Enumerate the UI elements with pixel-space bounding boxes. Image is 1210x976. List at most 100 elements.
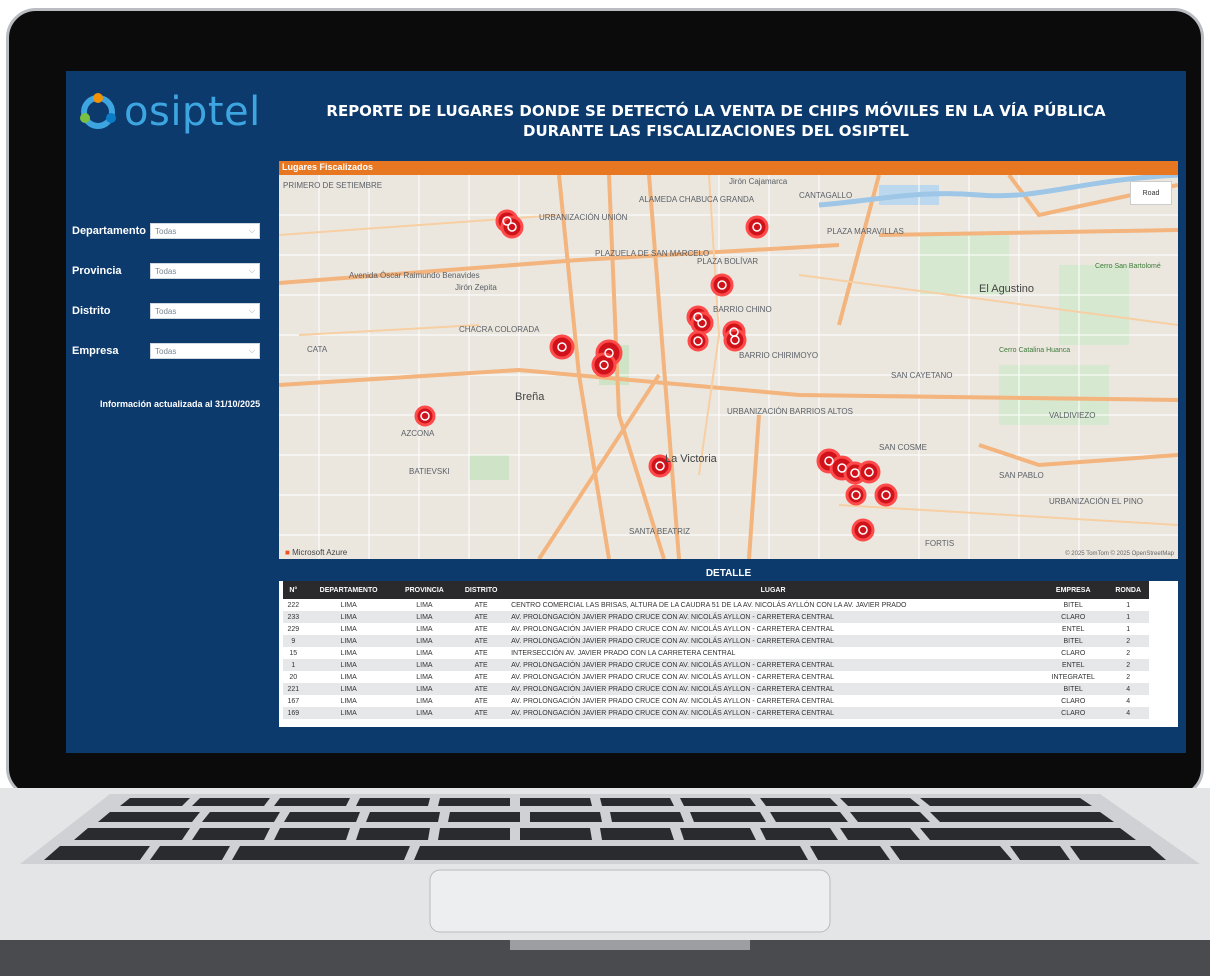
table-cell: ATE (455, 707, 508, 719)
table-row[interactable]: 222 LIMA LIMA ATE CENTRO COMERCIAL LAS BRISA… (283, 599, 1149, 611)
table-cell: AV. PROLONGACIÓN JAVIER PRADO CRUCE CON … (511, 625, 835, 633)
table-cell: LIMA (303, 659, 394, 671)
table-row[interactable]: 20 LIMA LIMA ATE AV. PROLONGACIÓN JAVIER PRA… (283, 671, 1149, 683)
chevron-down-icon: ⌵ (248, 226, 255, 235)
map-label: ALAMEDA CHABUCA GRANDA (639, 195, 755, 204)
dashboard-screen: osiptel REPORTE DE LUGARES DONDE SE DETE… (66, 71, 1186, 753)
table-row[interactable]: 229 LIMA LIMA ATE AV. PROLONGACIÓN JAVIER PR… (283, 623, 1149, 635)
table-cell: 222 (287, 601, 300, 609)
table-cell: CLARO (1039, 707, 1108, 719)
table-cell: 1 (283, 659, 304, 671)
table-cell: 1 (1107, 611, 1149, 623)
map-label: Jirón Zepita (455, 283, 497, 292)
table-cell: 221 (283, 683, 304, 695)
map-provider-logo: ■ Microsoft Azure (285, 548, 348, 557)
table-row[interactable]: 167 LIMA LIMA ATE AV. PROLONGACIÓN JAVIER PR… (283, 695, 1149, 707)
table-cell: LIMA (303, 611, 394, 623)
col-header-ronda[interactable]: RONDA (1107, 581, 1149, 599)
chevron-down-icon: ⌵ (248, 346, 255, 355)
logo-text: osiptel (124, 89, 261, 135)
map-label: CHACRA COLORADA (459, 325, 540, 334)
table-cell: ATE (474, 673, 488, 681)
table-cell: LIMA (416, 601, 433, 609)
col-header-distrito[interactable]: DISTRITO (455, 581, 508, 599)
map-label: Jirón Cajamarca (729, 177, 788, 186)
map-label: PLAZUELA DE SAN MARCELO (595, 249, 710, 258)
map-label: SAN PABLO (999, 471, 1044, 480)
table-cell: LIMA (416, 625, 433, 633)
filter-distrito: Distrito Todas ⌵ (72, 291, 260, 331)
table-cell: BITEL (1039, 635, 1108, 647)
table-cell: 167 (287, 697, 300, 705)
osiptel-logo-icon (80, 93, 116, 129)
table-cell: LIMA (340, 625, 357, 633)
col-header-provincia[interactable]: PROVINCIA (393, 581, 456, 599)
filter-empresa: Empresa Todas ⌵ (72, 331, 260, 371)
table-cell: AV. PROLONGACIÓN JAVIER PRADO CRUCE CON … (507, 707, 1040, 719)
table-cell: 20 (289, 673, 298, 681)
map-provider-label: Microsoft Azure (292, 548, 348, 557)
map-label: SAN COSME (879, 443, 928, 452)
map-header: Lugares Fiscalizados (279, 161, 1178, 175)
map-label: FORTIS (925, 539, 955, 548)
table-cell: 2 (1126, 673, 1131, 681)
table-cell: ENTEL (1039, 659, 1108, 671)
table-cell: CLARO (1061, 697, 1086, 705)
distrito-dropdown[interactable]: Todas ⌵ (150, 303, 260, 319)
map-label: BARRIO CHIRIMOYO (739, 351, 819, 360)
filter-label: Empresa (72, 345, 119, 357)
table-cell: 2 (1107, 635, 1149, 647)
filter-panel: Departamento Todas ⌵ Provincia Todas ⌵ Dis… (72, 211, 260, 371)
empresa-dropdown[interactable]: Todas ⌵ (150, 343, 260, 359)
table-cell: LIMA (416, 673, 433, 681)
table-body: 222 LIMA LIMA ATE CENTRO COMERCIAL LAS BRISA… (283, 599, 1149, 719)
table-cell: 4 (1107, 683, 1149, 695)
table-cell: INTEGRATEL (1051, 673, 1095, 681)
table-row[interactable]: 233 LIMA LIMA ATE AV. PROLONGACIÓN JAVIER PR… (283, 611, 1149, 623)
table-cell: LIMA (303, 683, 394, 695)
filter-label: Provincia (72, 265, 122, 277)
map-label: VALDIVIEZO (1049, 411, 1096, 420)
table-cell: LIMA (393, 707, 456, 719)
road-style-button[interactable]: Road (1130, 181, 1172, 205)
table-row[interactable]: 9 LIMA LIMA ATE AV. PROLONGACIÓN JAVIER PRAD… (283, 635, 1149, 647)
filter-provincia: Provincia Todas ⌵ (72, 251, 260, 291)
table-row[interactable]: 1 LIMA LIMA ATE AV. PROLONGACIÓN JAVIER PRAD… (283, 659, 1149, 671)
col-header-lugar[interactable]: LUGAR (507, 581, 1040, 599)
table-cell: BITEL (1063, 601, 1083, 609)
col-header-numero[interactable]: N° (283, 581, 304, 599)
table-cell: LIMA (340, 673, 357, 681)
filter-label: Distrito (72, 305, 111, 317)
map-label: URBANIZACIÓN BARRIOS ALTOS (727, 407, 853, 416)
map-label: La Victoria (665, 453, 717, 465)
table-cell: 9 (283, 635, 304, 647)
dropdown-value: Todas (155, 346, 177, 356)
table-row[interactable]: 221 LIMA LIMA ATE AV. PROLONGACIÓN JAVIER PR… (283, 683, 1149, 695)
chevron-down-icon: ⌵ (248, 306, 255, 315)
table-cell: ATE (455, 659, 508, 671)
col-header-empresa[interactable]: EMPRESA (1039, 581, 1108, 599)
dropdown-value: Todas (155, 266, 177, 276)
departamento-dropdown[interactable]: Todas ⌵ (150, 223, 260, 239)
laptop-keyboard-base (0, 788, 1210, 976)
table-cell: LIMA (393, 683, 456, 695)
table-cell: ATE (455, 635, 508, 647)
table-cell: 4 (1107, 707, 1149, 719)
table-cell: BITEL (1039, 683, 1108, 695)
table-cell: LIMA (393, 611, 456, 623)
table-row[interactable]: 169 LIMA LIMA ATE AV. PROLONGACIÓN JAVIER PR… (283, 707, 1149, 719)
map-label: Cerro Catalina Huanca (999, 347, 1071, 354)
map-canvas[interactable]: PRIMERO DE SETIEMBRE URBANIZACIÓN UNIÓN … (279, 175, 1178, 559)
map-attribution: © 2025 TomTom © 2025 OpenStreetMap (1065, 551, 1174, 557)
table-cell: ATE (474, 601, 488, 609)
table-cell: 2 (1107, 659, 1149, 671)
provincia-dropdown[interactable]: Todas ⌵ (150, 263, 260, 279)
map-header-label: Lugares Fiscalizados (282, 162, 374, 172)
table-title: DETALLE (279, 567, 1178, 581)
map-label: Cerro San Bartolomé (1095, 263, 1161, 270)
map-label: AZCONA (401, 429, 435, 438)
col-header-departamento[interactable]: DEPARTAMENTO (303, 581, 394, 599)
table-row[interactable]: 15 LIMA LIMA ATE INTERSECCIÓN AV. JAVIER PRA… (283, 647, 1149, 659)
table-cell: LIMA (340, 601, 357, 609)
filter-label: Departamento (72, 225, 146, 237)
